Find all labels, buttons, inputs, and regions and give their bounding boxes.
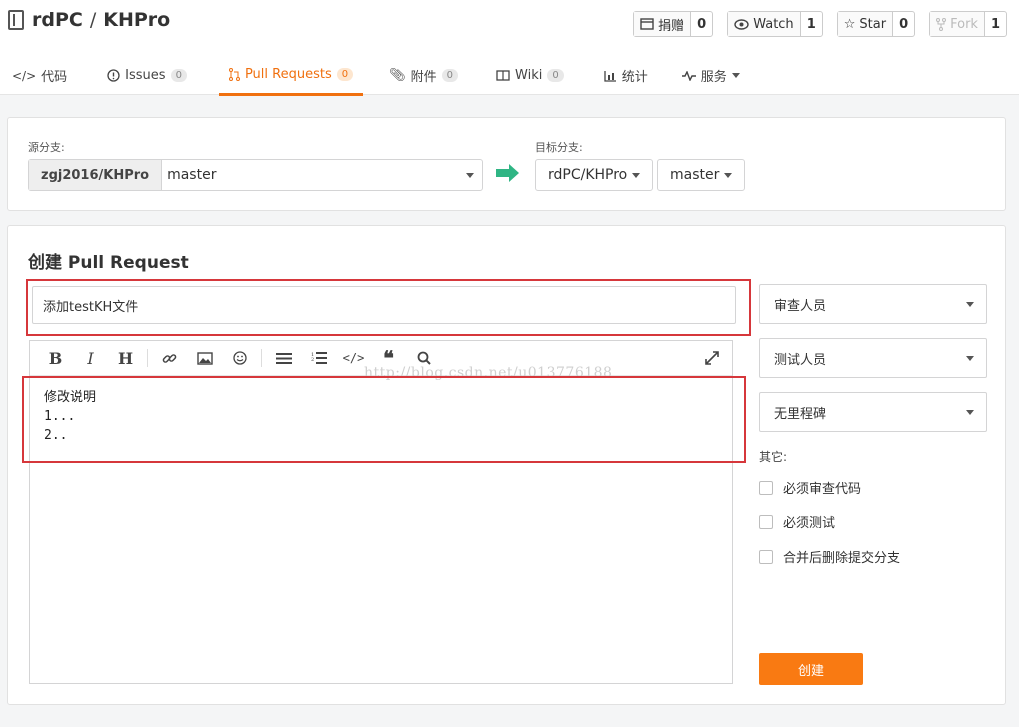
fork-count: 1: [990, 16, 1000, 32]
repo-book-icon: [8, 10, 24, 30]
repo-actions: 捐赠 0 Watch 1 ☆ Star 0 Fork 1: [633, 11, 1007, 37]
tab-issues[interactable]: Issues 0: [97, 56, 197, 95]
delete-branch-option[interactable]: 合并后删除提交分支: [759, 547, 900, 566]
paperclip-icon: 📎︎: [389, 68, 406, 83]
arrow-right-icon: [496, 164, 519, 182]
tester-select[interactable]: 测试人员: [759, 338, 987, 378]
fullscreen-icon[interactable]: [704, 350, 720, 366]
target-repo-select[interactable]: rdPC/KHPro: [535, 159, 654, 191]
pulse-icon: [681, 70, 696, 81]
tab-issues-badge: 0: [170, 69, 187, 82]
chevron-down-icon: [966, 355, 974, 361]
fork-label: Fork: [950, 16, 978, 32]
donate-label: 捐赠: [658, 18, 685, 34]
chevron-down-icon: [966, 409, 974, 415]
reviewer-label: 审查人员: [774, 298, 827, 314]
watch-button[interactable]: Watch 1: [727, 11, 823, 37]
delete-branch-label: 合并后删除提交分支: [783, 551, 901, 566]
tab-issues-label: Issues: [125, 68, 166, 83]
donate-count: 0: [697, 16, 707, 32]
target-repo-value: rdPC/KHPro: [548, 167, 628, 183]
milestone-select[interactable]: 无里程碑: [759, 392, 987, 432]
target-branch-value: master: [670, 167, 720, 183]
source-repo: zgj2016/KHPro: [29, 160, 163, 190]
star-icon: ☆: [843, 16, 856, 32]
repo-owner-link[interactable]: rdPC: [32, 9, 83, 31]
tab-wiki-badge: 0: [547, 69, 564, 82]
reviewer-select[interactable]: 审查人员: [759, 284, 987, 324]
tab-pull-requests[interactable]: Pull Requests 0: [218, 56, 364, 96]
watch-label: Watch: [753, 16, 794, 32]
chevron-down-icon: [724, 172, 733, 178]
source-branch-label: 源分支:: [28, 141, 65, 154]
star-button[interactable]: ☆ Star 0: [836, 11, 916, 37]
bold-icon[interactable]: B: [38, 341, 73, 376]
tab-stats[interactable]: 统计: [594, 56, 658, 95]
donate-button[interactable]: 捐赠 0: [633, 11, 714, 37]
donate-icon: [640, 18, 654, 30]
tab-attachments-badge: 0: [441, 69, 459, 82]
eye-icon: [734, 18, 749, 30]
source-branch-value: master: [167, 167, 217, 183]
create-button[interactable]: 创建: [759, 653, 863, 685]
italic-icon[interactable]: I: [73, 341, 108, 376]
pull-request-icon: [228, 68, 240, 81]
other-options-label: 其它:: [759, 450, 788, 464]
chevron-down-icon: [632, 172, 641, 178]
source-branch-select[interactable]: zgj2016/KHPro master: [28, 159, 483, 191]
page-title: 创建 Pull Request: [28, 253, 189, 273]
book-icon: [496, 70, 510, 81]
require-review-checkbox[interactable]: [759, 480, 773, 495]
require-test-checkbox[interactable]: [759, 514, 773, 529]
require-review-label: 必须审查代码: [783, 482, 862, 497]
tab-services[interactable]: 服务: [672, 56, 750, 95]
tab-code-label: 代码: [41, 70, 68, 85]
tab-pull-requests-label: Pull Requests: [244, 67, 332, 82]
tab-attachments[interactable]: 📎︎ 附件 0: [379, 56, 468, 95]
chevron-down-icon: [966, 301, 974, 307]
bar-chart-icon: [604, 70, 616, 82]
target-branch-label: 目标分支:: [535, 141, 583, 154]
tab-wiki-label: Wiki: [515, 68, 543, 83]
star-label: Star: [859, 16, 887, 32]
tab-wiki[interactable]: Wiki 0: [486, 56, 574, 95]
ordered-list-icon[interactable]: 12: [301, 341, 336, 376]
star-count: 0: [899, 16, 909, 32]
chevron-down-icon: [731, 73, 740, 78]
highlight-box-body: [22, 376, 746, 463]
target-branch-select[interactable]: master: [657, 159, 746, 191]
require-test-label: 必须测试: [783, 516, 836, 531]
watch-count: 1: [806, 16, 816, 32]
highlight-box-title: [26, 279, 751, 336]
fork-button[interactable]: Fork 1: [929, 11, 1007, 37]
delete-branch-checkbox[interactable]: [759, 549, 773, 564]
tab-code[interactable]: </> 代码: [0, 56, 77, 95]
emoji-icon[interactable]: [222, 341, 257, 376]
create-pr-card: 创建 Pull Request 添加testKH文件 B I H 12 </> …: [7, 225, 1006, 705]
repo-header: rdPC / KHPro 捐赠 0 Watch 1 ☆ Star 0 Fork 1…: [0, 0, 1019, 96]
tester-label: 测试人员: [774, 352, 827, 368]
image-icon[interactable]: [187, 341, 222, 376]
tab-attachments-label: 附件: [410, 70, 437, 85]
tab-pull-requests-badge: 0: [336, 68, 354, 81]
svg-text:2: 2: [311, 357, 314, 363]
link-icon[interactable]: [152, 341, 187, 376]
repo-name-link[interactable]: KHPro: [103, 9, 170, 31]
repo-title: rdPC / KHPro: [8, 9, 170, 31]
branch-select-card: 源分支: zgj2016/KHPro master 目标分支: rdPC/KHP…: [7, 117, 1006, 211]
issue-icon: [107, 69, 120, 82]
milestone-label: 无里程碑: [774, 406, 827, 422]
chevron-down-icon: [466, 172, 474, 178]
code-icon: </>: [12, 68, 37, 83]
tab-services-label: 服务: [700, 70, 727, 85]
tab-stats-label: 统计: [621, 70, 648, 85]
heading-icon[interactable]: H: [108, 341, 143, 376]
fork-icon: [936, 17, 947, 31]
repo-separator: /: [89, 9, 97, 31]
require-test-option[interactable]: 必须测试: [759, 512, 835, 531]
unordered-list-icon[interactable]: [266, 341, 301, 376]
require-review-option[interactable]: 必须审查代码: [759, 478, 861, 497]
repo-tabs: </> 代码 Issues 0 Pull Requests 0 📎︎ 附件 0 …: [0, 56, 750, 96]
